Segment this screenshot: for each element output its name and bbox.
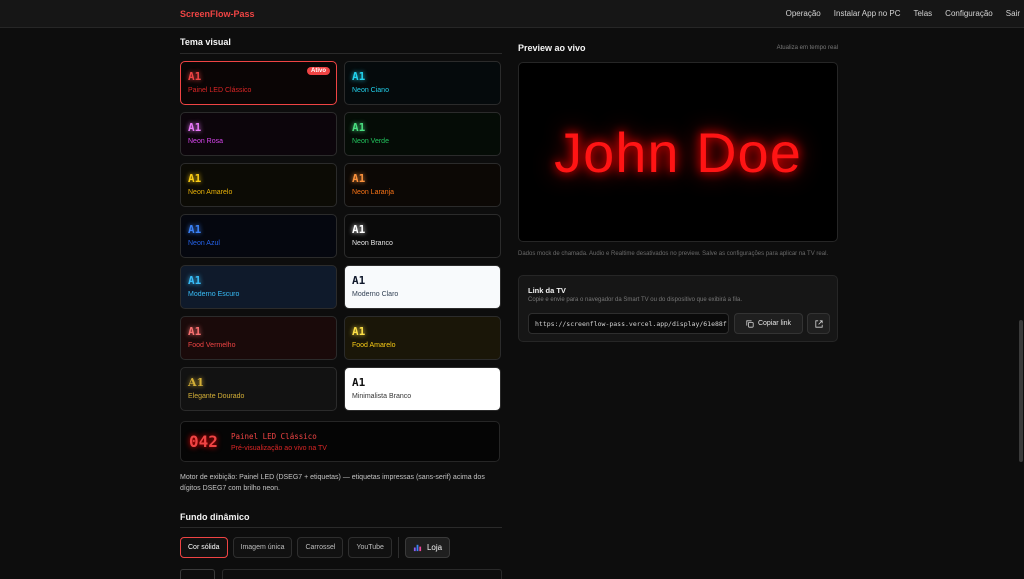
divider <box>397 537 399 558</box>
tv-link-card: Link da TV Copie e envie para o navegado… <box>518 275 838 342</box>
engine-note: Motor de exibição: Painel LED (DSEG7 + e… <box>180 474 485 492</box>
theme-name: Food Vermelho <box>188 342 236 349</box>
theme-sample-text: A1 <box>188 223 202 236</box>
theme-card[interactable]: A1 Neon Laranja <box>344 163 501 207</box>
bg-option-image[interactable]: Imagem única <box>232 537 293 558</box>
store-label: Loja <box>426 543 443 552</box>
store-button[interactable]: Loja <box>404 537 451 558</box>
external-link-icon <box>814 319 823 328</box>
theme-name: Neon Laranja <box>352 189 395 196</box>
bg-option-youtube[interactable]: YouTube <box>348 537 392 558</box>
theme-section-title: Tema visual <box>180 37 231 47</box>
theme-name: Neon Branco <box>352 240 393 247</box>
brand-logo[interactable]: ScreenFlow-Pass <box>180 9 255 19</box>
theme-sample-text: A1 <box>352 376 366 389</box>
active-badge: Ativo <box>307 67 330 75</box>
theme-sample-text: A1 <box>188 376 205 389</box>
theme-card[interactable]: A1 Food Amarelo <box>344 316 501 360</box>
theme-card[interactable]: A1 Elegante Dourado <box>180 367 337 411</box>
theme-sample-text: A1 <box>188 325 202 338</box>
theme-card[interactable]: A1 Painel LED Clássico Ativo <box>180 61 337 105</box>
theme-sample-text: A1 <box>352 172 366 185</box>
theme-card[interactable]: A1 Neon Verde <box>344 112 501 156</box>
tv-link-description: Copie e envie para o navegador da Smart … <box>528 297 743 303</box>
theme-card[interactable]: A1 Minimalista Branco <box>344 367 501 411</box>
color-swatch[interactable] <box>180 569 215 579</box>
bg-option-solid[interactable]: Cor sólida <box>180 537 228 558</box>
nav-sair[interactable]: Sair <box>1006 9 1020 18</box>
preview-title: Preview ao vivo <box>518 43 586 53</box>
theme-name: Painel LED Clássico <box>188 87 252 94</box>
divider <box>180 53 502 54</box>
theme-sample-text: A1 <box>352 325 366 338</box>
theme-name: Neon Rosa <box>188 138 224 145</box>
theme-sample-text: A1 <box>188 274 202 287</box>
theme-name: Moderno Claro <box>352 291 399 298</box>
bg-option-carousel[interactable]: Carrossel <box>297 537 344 558</box>
theme-card[interactable]: A1 Neon Rosa <box>180 112 337 156</box>
called-name: John Doe <box>554 120 802 184</box>
theme-name: Moderno Escuro <box>188 291 240 298</box>
copy-link-button[interactable]: Copiar link <box>734 313 803 334</box>
preview-ticket-number: 042 <box>189 432 218 451</box>
store-icon <box>413 544 422 552</box>
mock-data-note: Dados mock de chamada. Audio e Realtime … <box>518 251 829 257</box>
theme-name: Food Amarelo <box>352 342 396 349</box>
theme-name: Minimalista Branco <box>352 393 412 400</box>
theme-name: Neon Azul <box>188 240 220 247</box>
theme-card[interactable]: A1 Moderno Escuro <box>180 265 337 309</box>
theme-name: Neon Ciano <box>352 87 389 94</box>
divider <box>180 527 502 528</box>
theme-name: Neon Amarelo <box>188 189 233 196</box>
theme-card[interactable]: A1 Neon Azul <box>180 214 337 258</box>
theme-card[interactable]: A1 Neon Amarelo <box>180 163 337 207</box>
theme-sample-text: A1 <box>188 121 202 134</box>
nav-configuracao[interactable]: Configuração <box>945 9 993 18</box>
theme-name: Elegante Dourado <box>188 393 245 400</box>
theme-grid: A1 Painel LED Clássico Ativo A1 Neon Ciano A1… <box>180 61 502 411</box>
background-options: Cor sólida Imagem única Carrossel YouTub… <box>180 537 451 558</box>
open-link-button[interactable] <box>807 313 830 334</box>
theme-sample-text: A1 <box>352 274 366 287</box>
nav-telas[interactable]: Telas <box>913 9 932 18</box>
top-bar: ScreenFlow-Pass Operação Instalar App no… <box>0 0 1024 28</box>
theme-sample-text: A1 <box>352 121 366 134</box>
tv-preview-screen: John Doe <box>518 62 838 242</box>
theme-sample-text: A1 <box>188 172 202 185</box>
theme-name: Neon Verde <box>352 138 389 145</box>
color-input[interactable] <box>222 569 502 579</box>
theme-card[interactable]: A1 Neon Branco <box>344 214 501 258</box>
theme-card[interactable]: A1 Neon Ciano <box>344 61 501 105</box>
main-nav: Operação Instalar App no PC Telas Config… <box>786 9 1020 18</box>
preview-realtime-note: Atualiza em tempo real <box>776 45 838 51</box>
theme-sample-text: A1 <box>352 223 366 236</box>
nav-operacao[interactable]: Operação <box>786 9 821 18</box>
nav-instalar-app[interactable]: Instalar App no PC <box>834 9 901 18</box>
copy-icon <box>746 319 754 328</box>
preview-theme-name: Painel LED Clássico <box>231 432 317 441</box>
copy-link-label: Copiar link <box>757 320 792 327</box>
preview-subtitle: Pré-visualização ao vivo na TV <box>231 445 327 452</box>
theme-card[interactable]: A1 Food Vermelho <box>180 316 337 360</box>
tv-link-title: Link da TV <box>528 286 566 295</box>
tv-link-url[interactable]: https://screenflow-pass.vercel.app/displ… <box>528 313 729 334</box>
theme-card[interactable]: A1 Moderno Claro <box>344 265 501 309</box>
page-scrollbar[interactable] <box>1019 320 1023 462</box>
theme-preview-strip: 042 Painel LED Clássico Pré-visualização… <box>180 421 500 462</box>
theme-sample-text: A1 <box>352 70 366 83</box>
background-section-title: Fundo dinâmico <box>180 512 250 522</box>
